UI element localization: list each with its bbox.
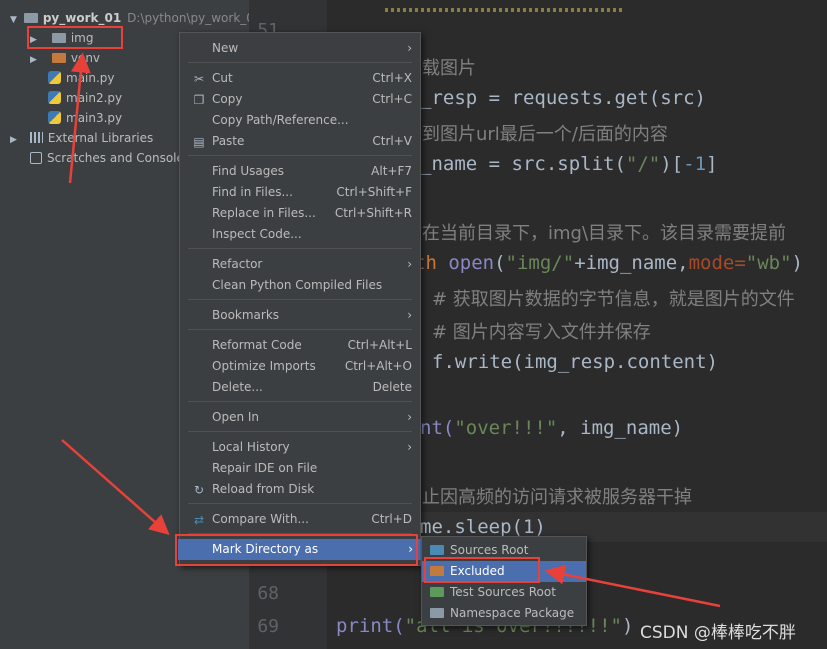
code-line: # 获取图片数据的字节信息，就是图片的文件 — [432, 289, 795, 310]
submenu-item-namespace-package[interactable]: Namespace Package — [422, 603, 586, 624]
library-icon — [29, 132, 43, 143]
tree-item-label: main2.py — [66, 91, 123, 105]
scissors-icon: ✂ — [193, 72, 205, 86]
menu-item-new[interactable]: New › — [180, 38, 420, 59]
root-path: D:\python\py_work_01 — [127, 11, 262, 25]
menu-item-paste[interactable]: ▤ Paste Ctrl+V — [180, 131, 420, 152]
tree-item-venv[interactable]: ▶ venv — [30, 48, 100, 68]
menu-item-cut[interactable]: ✂ Cut Ctrl+X — [180, 68, 420, 89]
tree-root[interactable]: ▼ py_work_01 D:\python\py_work_01 — [10, 8, 262, 28]
submenu-item-test-sources-root[interactable]: Test Sources Root — [422, 582, 586, 603]
python-file-icon — [48, 111, 61, 124]
code-line: f.write(img_resp.content) — [432, 351, 718, 373]
compare-icon: ⇄ — [193, 513, 205, 527]
menu-item-copy-path[interactable]: Copy Path/Reference... — [180, 110, 420, 131]
watermark: CSDN @棒棒吃不胖 — [640, 623, 796, 643]
code-line: _resp = requests.get(src) — [420, 87, 706, 109]
warning-squiggle — [385, 8, 625, 12]
tree-item-label: External Libraries — [47, 131, 154, 145]
tree-item-main2[interactable]: main2.py — [48, 88, 122, 108]
code-line: 放在当前目录下，img\目录下。该目录需要提前 — [404, 223, 787, 244]
menu-item-delete[interactable]: Delete... Delete — [180, 377, 420, 398]
code-line: th open("img/"+img_name,mode="wb") — [414, 252, 803, 274]
python-file-icon — [48, 71, 61, 84]
python-file-icon — [48, 91, 61, 104]
root-name: py_work_01 — [42, 11, 122, 25]
chevron-right-icon[interactable]: ▶ — [10, 130, 20, 150]
tree-item-label: main.py — [66, 71, 115, 85]
menu-item-copy[interactable]: ❐ Copy Ctrl+C — [180, 89, 420, 110]
code-line: me.sleep(1) — [420, 516, 546, 538]
menu-item-reload[interactable]: ↻ Reload from Disk — [180, 479, 420, 500]
menu-item-bookmarks[interactable]: Bookmarks › — [180, 305, 420, 326]
test-folder-icon — [430, 587, 444, 597]
tree-item-main[interactable]: main.py — [48, 68, 115, 88]
tree-item-label: Scratches and Consoles — [47, 151, 191, 165]
menu-item-clean-python[interactable]: Clean Python Compiled Files — [180, 275, 420, 296]
context-menu: New › ✂ Cut Ctrl+X ❐ Copy Ctrl+C Copy Path/Re… — [178, 32, 421, 566]
tree-item-label: main3.py — [66, 111, 123, 125]
tree-item-scratches[interactable]: Scratches and Consoles — [30, 148, 190, 168]
code-line: 拿到图片url最后一个/后面的内容 — [404, 124, 668, 145]
line-number: 69 — [257, 616, 279, 637]
code-line: # 图片内容写入文件并保存 — [432, 322, 651, 343]
annotation-box-excluded — [424, 557, 540, 583]
menu-item-reformat[interactable]: Reformat Code Ctrl+Alt+L — [180, 335, 420, 356]
tree-item-label: venv — [70, 51, 101, 65]
annotation-box-mark-directory — [175, 534, 418, 566]
code-line: _name = src.split("/")[-1] — [420, 153, 718, 175]
reload-icon: ↻ — [193, 483, 205, 497]
menu-item-compare-with[interactable]: ⇄ Compare With... Ctrl+D — [180, 509, 420, 530]
tree-item-main3[interactable]: main3.py — [48, 108, 122, 128]
menu-item-inspect-code[interactable]: Inspect Code... — [180, 224, 420, 245]
chevron-right-icon: › — [407, 41, 412, 55]
menu-item-open-in[interactable]: Open In › — [180, 407, 420, 428]
menu-item-optimize-imports[interactable]: Optimize Imports Ctrl+Alt+O — [180, 356, 420, 377]
menu-item-refactor[interactable]: Refactor › — [180, 254, 420, 275]
copy-icon: ❐ — [193, 93, 205, 107]
chevron-down-icon[interactable]: ▼ — [10, 10, 20, 30]
menu-item-find-usages[interactable]: Find Usages Alt+F7 — [180, 161, 420, 182]
chevron-right-icon[interactable]: ▶ — [30, 50, 40, 70]
line-number: 68 — [257, 583, 279, 604]
chevron-right-icon: › — [407, 410, 412, 424]
code-line: nt("over!!!", img_name) — [420, 417, 684, 439]
menu-item-replace-in-files[interactable]: Replace in Files... Ctrl+Shift+R — [180, 203, 420, 224]
tree-item-external-libraries[interactable]: ▶ External Libraries — [10, 128, 153, 148]
code-line: 防止因高频的访问请求被服务器干掉 — [404, 487, 692, 508]
sources-folder-icon — [430, 545, 444, 555]
paste-icon: ▤ — [193, 135, 205, 149]
folder-icon — [23, 13, 38, 23]
menu-item-local-history[interactable]: Local History › — [180, 437, 420, 458]
chevron-right-icon: › — [407, 257, 412, 271]
chevron-right-icon: › — [407, 440, 412, 454]
scratches-icon — [30, 152, 42, 164]
menu-item-repair-ide[interactable]: Repair IDE on File — [180, 458, 420, 479]
chevron-right-icon: › — [407, 308, 412, 322]
annotation-box-img — [27, 26, 123, 49]
namespace-folder-icon — [430, 608, 444, 618]
excluded-folder-icon — [51, 53, 66, 63]
menu-item-find-in-files[interactable]: Find in Files... Ctrl+Shift+F — [180, 182, 420, 203]
